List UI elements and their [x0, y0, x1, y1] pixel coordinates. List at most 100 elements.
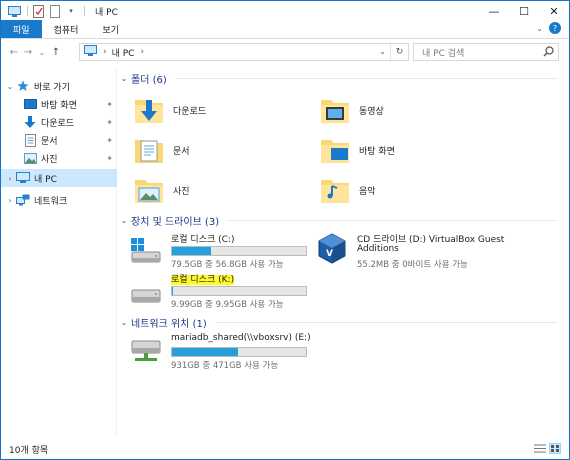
svg-text:V: V	[326, 249, 333, 259]
collapse-group-icon[interactable]: ⌄	[119, 74, 129, 83]
nav-label: 바탕 화면	[41, 100, 77, 111]
nav-network[interactable]: › 네트워크	[1, 191, 117, 209]
quick-access-toolbar: ▾	[7, 4, 89, 18]
explorer-window: ▾ 내 PC — ☐ ✕ 파일 컴퓨터 보기 ⌄ ? ← → ⌄ ↑ › 내 P…	[0, 0, 570, 460]
expand-quick-access-icon[interactable]: ⌄	[4, 82, 16, 91]
drive-name: 로컬 디스크 (C:)	[171, 235, 235, 245]
nav-label: 사진	[41, 154, 58, 165]
nav-label: 바로 가기	[34, 82, 70, 93]
expand-ribbon-icon[interactable]: ⌄	[536, 24, 543, 33]
pictures-icon	[23, 151, 37, 165]
star-icon	[16, 79, 30, 93]
breadcrumb-this-pc[interactable]: 내 PC	[112, 46, 135, 59]
large-icons-view-icon[interactable]	[549, 443, 561, 454]
drive-info: 로컬 디스크 (C:) 79.5GB 중 56.8GB 사용 가능	[171, 232, 307, 270]
drive-free-space: 931GB 중 471GB 사용 가능	[171, 361, 279, 371]
pictures-folder-icon	[133, 174, 165, 206]
ribbon-tabs: 파일 컴퓨터 보기 ⌄ ?	[1, 20, 569, 39]
window-title: 내 PC	[95, 7, 118, 18]
up-button[interactable]: ↑	[49, 47, 63, 58]
drive-free-space: 55.2MB 중 0바이트 사용 가능	[357, 260, 468, 270]
nav-label: 네트워크	[34, 196, 68, 207]
drive-name: 로컬 디스크 (K:)	[171, 275, 235, 285]
folder-label: 동영상	[359, 106, 384, 117]
help-icon[interactable]: ?	[549, 22, 561, 34]
nav-this-pc[interactable]: › 내 PC	[1, 169, 117, 187]
forward-button[interactable]: →	[21, 47, 35, 58]
group-header-drives[interactable]: ⌄ 장치 및 드라이브 (3)	[119, 212, 563, 228]
breadcrumb-chevron-icon[interactable]: ›	[103, 47, 107, 57]
pin-icon: ✦	[106, 153, 113, 163]
nav-quick-access[interactable]: ⌄ 바로 가기	[1, 77, 117, 95]
minimize-button[interactable]: —	[479, 1, 509, 21]
tab-view[interactable]: 보기	[90, 20, 131, 38]
network-icon	[16, 193, 30, 207]
details-view-icon[interactable]	[534, 443, 546, 454]
folder-tile-videos[interactable]: 동영상	[319, 93, 384, 127]
drive-usage-bar	[171, 246, 307, 256]
group-divider	[227, 219, 557, 221]
nav-item-pictures[interactable]: 사진 ✦	[1, 149, 117, 167]
windows-drive-icon	[129, 232, 163, 266]
properties-icon[interactable]	[32, 4, 46, 18]
documents-folder-icon	[133, 134, 165, 166]
back-button[interactable]: ←	[7, 47, 21, 58]
customize-qa-icon[interactable]: ▾	[64, 4, 78, 18]
folder-tile-desktop[interactable]: 바탕 화면	[319, 133, 395, 167]
pin-icon: ✦	[106, 135, 113, 145]
drive-usage-fill	[172, 287, 173, 295]
search-input[interactable]: 내 PC 검색	[413, 43, 559, 61]
window-controls: — ☐ ✕	[479, 1, 569, 21]
title-bar: ▾ 내 PC — ☐ ✕	[1, 1, 569, 21]
videos-folder-icon	[319, 94, 351, 126]
drive-usage-bar	[171, 347, 307, 357]
nav-item-downloads[interactable]: 다운로드 ✦	[1, 113, 117, 131]
folder-tile-music[interactable]: 음악	[319, 173, 376, 207]
drive-tile-d[interactable]: V CD 드라이브 (D:) VirtualBox Guest Addition…	[315, 232, 504, 270]
search-icon[interactable]	[543, 46, 554, 60]
drive-name-line2: Additions	[357, 244, 399, 254]
maximize-button[interactable]: ☐	[509, 1, 539, 21]
address-bar[interactable]: › 내 PC › ⌄ ↻	[79, 43, 409, 61]
collapse-group-icon[interactable]: ⌄	[119, 216, 129, 225]
group-title: 장치 및 드라이브 (3)	[131, 216, 220, 228]
drive-info: 로컬 디스크 (K:) 9.99GB 중 9.95GB 사용 가능	[171, 272, 307, 310]
group-divider	[174, 77, 557, 79]
nav-label: 다운로드	[41, 118, 75, 129]
content-area: ⌄ 폴더 (6) 다운로드 동영상 문서 바탕 화면 사진 음악 ⌄ 장치 및 …	[119, 67, 563, 437]
desktop-icon	[23, 97, 37, 111]
drive-tile-c[interactable]: 로컬 디스크 (C:) 79.5GB 중 56.8GB 사용 가능	[129, 232, 307, 270]
group-title: 폴더 (6)	[131, 74, 167, 86]
drive-free-space: 79.5GB 중 56.8GB 사용 가능	[171, 260, 284, 270]
this-pc-small-icon[interactable]	[7, 4, 21, 18]
recent-locations-button[interactable]: ⌄	[35, 48, 49, 57]
virtualbox-cd-icon: V	[315, 232, 349, 266]
nav-item-desktop[interactable]: 바탕 화면 ✦	[1, 95, 117, 113]
collapse-group-icon[interactable]: ⌄	[119, 318, 129, 327]
breadcrumb-chevron-icon[interactable]: ›	[140, 47, 144, 57]
close-button[interactable]: ✕	[539, 1, 569, 21]
drive-info: CD 드라이브 (D:) VirtualBox Guest Additions …	[357, 232, 504, 270]
refresh-button[interactable]: ↻	[390, 44, 408, 60]
folder-tile-documents[interactable]: 문서	[133, 133, 190, 167]
new-folder-icon[interactable]	[48, 4, 62, 18]
navigation-buttons: ← → ⌄ ↑	[7, 47, 63, 58]
folder-label: 다운로드	[173, 106, 207, 117]
drive-usage-bar	[171, 286, 307, 296]
navigation-pane: ⌄ 바로 가기 바탕 화면 ✦ 다운로드 ✦ 문서 ✦ 사진 ✦ › 내 PC …	[1, 67, 117, 437]
folder-tile-downloads[interactable]: 다운로드	[133, 93, 206, 127]
nav-item-documents[interactable]: 문서 ✦	[1, 131, 117, 149]
expand-this-pc-icon[interactable]: ›	[4, 174, 16, 183]
folder-tile-pictures[interactable]: 사진	[133, 173, 190, 207]
tab-computer[interactable]: 컴퓨터	[42, 20, 91, 38]
expand-network-icon[interactable]: ›	[4, 196, 16, 205]
tab-file[interactable]: 파일	[1, 20, 42, 38]
drive-name-line1: CD 드라이브 (D:) VirtualBox Guest	[357, 235, 505, 245]
group-header-folders[interactable]: ⌄ 폴더 (6)	[119, 70, 563, 86]
view-switcher	[531, 443, 561, 454]
drive-name: mariadb_shared(\\vboxsrv) (E:)	[171, 333, 311, 343]
network-drive-tile-e[interactable]: mariadb_shared(\\vboxsrv) (E:) 931GB 중 4…	[129, 333, 311, 371]
group-header-network[interactable]: ⌄ 네트워크 위치 (1)	[119, 314, 563, 330]
drive-tile-k[interactable]: 로컬 디스크 (K:) 9.99GB 중 9.95GB 사용 가능	[129, 272, 307, 310]
address-dropdown-icon[interactable]: ⌄	[379, 47, 386, 56]
